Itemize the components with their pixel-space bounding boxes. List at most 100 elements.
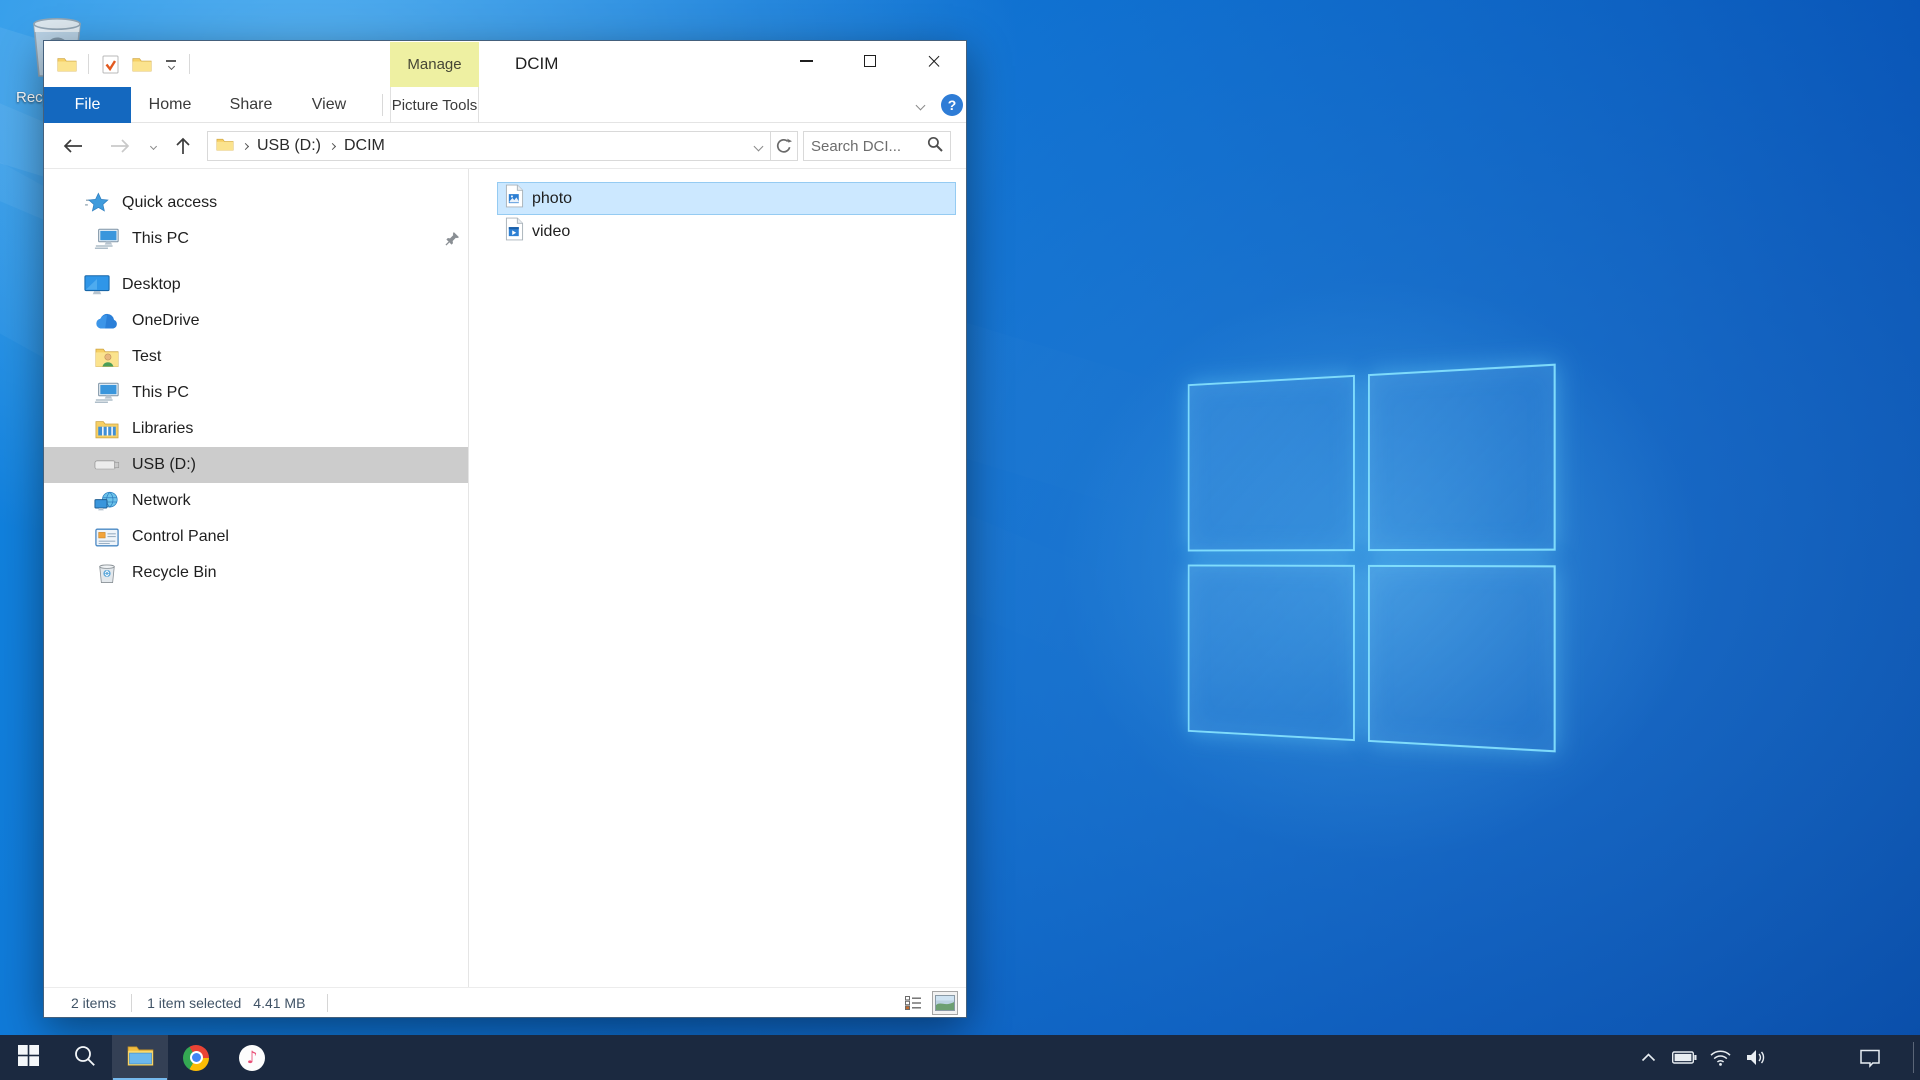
taskbar: ♪ bbox=[0, 1035, 1920, 1080]
show-desktop-button[interactable] bbox=[1913, 1042, 1914, 1073]
sidebar-item-usb-drive[interactable]: USB (D:) bbox=[44, 447, 468, 483]
sidebar-item-label: This PC bbox=[132, 230, 189, 248]
breadcrumb-chevron-icon bbox=[242, 142, 249, 149]
large-icons-view-button[interactable] bbox=[932, 991, 958, 1015]
sidebar-item-label: Control Panel bbox=[132, 528, 229, 546]
tray-expand-button[interactable] bbox=[1630, 1035, 1666, 1080]
window-folder-icon bbox=[56, 53, 78, 75]
tab-file[interactable]: File bbox=[44, 87, 131, 123]
sidebar-item-label: This PC bbox=[132, 384, 189, 402]
manage-contextual-header[interactable]: Manage bbox=[390, 42, 479, 87]
sidebar-item-test[interactable]: Test bbox=[44, 339, 468, 375]
sidebar-item-this-pc[interactable]: This PC bbox=[44, 375, 468, 411]
sidebar-item-recycle-bin[interactable]: Recycle Bin bbox=[44, 555, 468, 591]
photo-file-icon bbox=[505, 184, 524, 213]
tab-home[interactable]: Home bbox=[131, 87, 209, 123]
maximize-icon bbox=[864, 55, 876, 67]
file-item-photo[interactable]: photo bbox=[497, 182, 956, 215]
new-folder-button[interactable] bbox=[131, 53, 153, 75]
sidebar-item-onedrive[interactable]: OneDrive bbox=[44, 303, 468, 339]
main-content: Quick access This PC bbox=[44, 169, 966, 987]
breadcrumb-chevron-icon bbox=[329, 142, 336, 149]
this-pc-icon bbox=[94, 381, 120, 405]
windows-logo-pane bbox=[1188, 375, 1355, 552]
address-dropdown-chevron[interactable] bbox=[754, 141, 764, 151]
help-button[interactable]: ? bbox=[941, 94, 963, 116]
search-icon[interactable] bbox=[927, 136, 943, 157]
view-toggle-buttons bbox=[900, 991, 958, 1015]
windows-logo-pane bbox=[1368, 565, 1556, 752]
tab-view[interactable]: View bbox=[293, 87, 365, 123]
sidebar-item-label: Recycle Bin bbox=[132, 564, 216, 582]
recycle-bin-icon bbox=[94, 561, 120, 585]
quick-access-toolbar bbox=[56, 41, 190, 87]
close-button[interactable]: × bbox=[902, 41, 966, 81]
explorer-window: Manage DCIM × File Home Share View Pictu… bbox=[43, 40, 967, 1018]
breadcrumb-drive[interactable]: USB (D:) bbox=[257, 137, 321, 155]
taskbar-file-explorer-button[interactable] bbox=[112, 1035, 168, 1080]
libraries-icon bbox=[94, 417, 120, 441]
close-icon: × bbox=[925, 51, 943, 72]
item-count: 2 items bbox=[71, 995, 116, 1011]
windows-logo-pane bbox=[1368, 364, 1556, 551]
address-bar-row: USB (D:) DCIM bbox=[44, 123, 966, 169]
refresh-button[interactable] bbox=[771, 131, 798, 161]
sidebar-item-label: Libraries bbox=[132, 420, 193, 438]
taskbar-chrome-button[interactable] bbox=[168, 1035, 224, 1080]
wifi-icon[interactable] bbox=[1702, 1035, 1738, 1080]
windows-logo-pane bbox=[1188, 565, 1355, 742]
video-file-icon bbox=[505, 217, 524, 246]
forward-button[interactable] bbox=[103, 129, 137, 163]
sidebar-item-desktop[interactable]: Desktop bbox=[44, 267, 468, 303]
action-center-icon[interactable] bbox=[1846, 1035, 1894, 1080]
selection-size: 4.41 MB bbox=[253, 995, 305, 1011]
sidebar-item-control-panel[interactable]: Control Panel bbox=[44, 519, 468, 555]
network-icon bbox=[94, 489, 120, 513]
collapse-ribbon-button[interactable] bbox=[910, 97, 930, 113]
battery-icon[interactable] bbox=[1666, 1035, 1702, 1080]
sidebar-item-network[interactable]: Network bbox=[44, 483, 468, 519]
sidebar-item-quick-access[interactable]: Quick access bbox=[44, 185, 468, 221]
file-item-video[interactable]: video bbox=[497, 215, 956, 248]
recent-locations-button[interactable] bbox=[145, 129, 161, 163]
chevron-down-icon bbox=[167, 62, 174, 69]
start-button[interactable] bbox=[0, 1035, 56, 1080]
status-bar: 2 items 1 item selected 4.41 MB bbox=[44, 987, 966, 1018]
details-view-button[interactable] bbox=[900, 991, 926, 1015]
system-tray bbox=[1630, 1035, 1913, 1080]
sidebar-item-this-pc-pinned[interactable]: This PC bbox=[44, 221, 468, 257]
up-button[interactable] bbox=[166, 129, 200, 163]
volume-icon[interactable] bbox=[1738, 1035, 1774, 1080]
minimize-button[interactable] bbox=[774, 41, 838, 81]
tab-share[interactable]: Share bbox=[209, 87, 293, 123]
search-input[interactable] bbox=[811, 138, 927, 155]
file-explorer-icon bbox=[127, 1044, 154, 1071]
taskbar-itunes-button[interactable]: ♪ bbox=[224, 1035, 280, 1080]
sidebar-item-label: Test bbox=[132, 348, 161, 366]
taskbar-search-button[interactable] bbox=[56, 1035, 112, 1080]
status-divider bbox=[327, 994, 328, 1012]
usb-drive-icon bbox=[94, 453, 120, 477]
navigation-pane: Quick access This PC bbox=[44, 169, 469, 987]
breadcrumb-folder[interactable]: DCIM bbox=[344, 137, 385, 155]
file-list-pane: photo video bbox=[469, 169, 966, 987]
customize-quick-access-toolbar-button[interactable] bbox=[163, 60, 179, 69]
maximize-button[interactable] bbox=[838, 41, 902, 81]
control-panel-icon bbox=[94, 525, 120, 549]
desktop-icon bbox=[84, 273, 110, 297]
sidebar-item-libraries[interactable]: Libraries bbox=[44, 411, 468, 447]
back-button[interactable] bbox=[56, 129, 90, 163]
sidebar-item-label: Network bbox=[132, 492, 191, 510]
toolbar-separator bbox=[189, 54, 190, 74]
tab-picture-tools[interactable]: Picture Tools bbox=[390, 87, 479, 123]
selection-count: 1 item selected bbox=[147, 995, 241, 1011]
chrome-icon bbox=[183, 1045, 209, 1071]
itunes-icon: ♪ bbox=[239, 1045, 265, 1071]
sidebar-item-label: Desktop bbox=[122, 276, 181, 294]
pin-icon bbox=[445, 231, 460, 251]
properties-button[interactable] bbox=[99, 53, 121, 75]
search-box[interactable] bbox=[803, 131, 951, 161]
onedrive-cloud-icon bbox=[94, 309, 120, 333]
address-breadcrumb-bar[interactable]: USB (D:) DCIM bbox=[207, 131, 771, 161]
file-name: video bbox=[532, 223, 570, 241]
